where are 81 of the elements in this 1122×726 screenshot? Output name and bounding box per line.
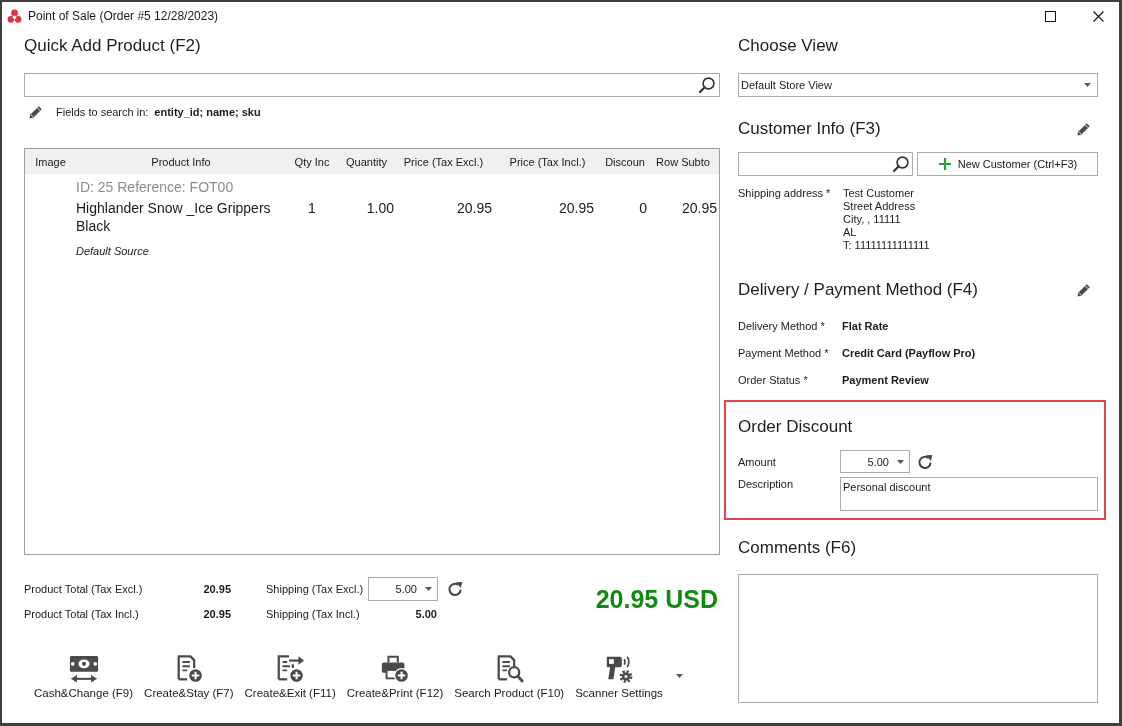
- column-header: Product Info: [151, 154, 211, 169]
- field-value: Credit Card (Payflow Pro): [842, 346, 976, 359]
- product-reference: ID: 25 Reference: FOT00: [76, 178, 234, 196]
- section-heading: Customer Info (F3): [738, 118, 881, 140]
- window-title: Point of Sale (Order #5 12/28/2023): [28, 8, 219, 24]
- total-value: 20.95: [203, 608, 231, 620]
- table-cell: 20.95: [456, 199, 492, 217]
- column-header: Image: [35, 154, 66, 169]
- refresh-icon[interactable]: [446, 580, 464, 598]
- pencil-icon[interactable]: [1076, 282, 1092, 298]
- maximize-icon[interactable]: [1045, 10, 1056, 22]
- search-field[interactable]: [24, 73, 720, 97]
- shipping-label: Shipping (Tax Incl.): [266, 608, 360, 620]
- address-line: City, , 11111: [843, 213, 901, 226]
- field-label: Amount: [738, 455, 776, 468]
- caret-icon[interactable]: [1084, 83, 1091, 87]
- amount-dropdown[interactable]: 5.00: [840, 450, 910, 473]
- grand-total: 20.95 USD: [595, 585, 718, 614]
- pencil-icon[interactable]: [28, 104, 44, 120]
- toolbar-button[interactable]: Cash&Change (F9): [30, 650, 138, 704]
- table-cell: 1.00: [366, 199, 394, 217]
- field-label: Order Status *: [738, 373, 808, 386]
- search-fields-label: Fields to search in:: [56, 106, 149, 118]
- toolbar-button[interactable]: Create&Exit (F11): [240, 650, 340, 704]
- column-header: Discoun: [605, 154, 645, 169]
- table-cell: 20.95: [558, 199, 594, 217]
- field-value: Payment Review: [842, 373, 929, 386]
- table-cell: 1: [308, 199, 316, 217]
- new-customer-button[interactable]: New Customer (Ctrl+F3): [917, 152, 1098, 176]
- caret-icon[interactable]: [425, 587, 432, 591]
- address-line: AL: [843, 226, 857, 239]
- section-heading: Choose View: [738, 35, 838, 57]
- column-header: Price (Tax Excl.): [403, 154, 484, 169]
- toolbar-button[interactable]: Scanner Settings: [571, 650, 667, 704]
- table-cell: 0: [639, 199, 647, 217]
- field-label: Delivery Method *: [738, 319, 825, 332]
- customer-search-field[interactable]: [738, 152, 913, 176]
- shipping-label: Shipping (Tax Excl.): [266, 583, 364, 595]
- field-label: Description: [738, 478, 794, 490]
- section-heading: Quick Add Product (F2): [24, 35, 201, 57]
- printer-plus-icon: [380, 654, 410, 684]
- refresh-icon[interactable]: [916, 452, 934, 471]
- shipping-value: 5.00: [415, 608, 437, 620]
- scanner-gear-icon: [604, 654, 634, 684]
- field-value: Flat Rate: [842, 319, 889, 332]
- section-heading: Comments (F6): [738, 537, 857, 559]
- shipping-dropdown[interactable]: 5.00: [368, 577, 438, 601]
- address-line: Test Customer: [843, 187, 914, 200]
- toolbar-button[interactable]: Create&Stay (F7): [140, 650, 238, 704]
- comments-field[interactable]: [738, 574, 1098, 703]
- close-icon[interactable]: [1093, 10, 1104, 22]
- description-field[interactable]: Personal discount: [840, 477, 1098, 511]
- toolbar-button[interactable]: Create&Print (F12): [342, 650, 448, 704]
- field-label: Shipping address *: [738, 187, 831, 200]
- column-header: Price (Tax Incl.): [509, 154, 586, 169]
- address-line: T: 11111111111111: [843, 239, 930, 252]
- product-name: Highlander Snow _Ice Grippers Black: [76, 199, 272, 235]
- total-label: Product Total (Tax Incl.): [24, 608, 139, 620]
- column-header: Quantity: [346, 154, 387, 169]
- app-logo-icon: [7, 8, 22, 24]
- total-label: Product Total (Tax Excl.): [24, 583, 143, 595]
- column-header: Qty Inc: [294, 154, 330, 169]
- pencil-icon[interactable]: [1076, 121, 1092, 137]
- search-icon[interactable]: [892, 155, 910, 173]
- banknote-arrows-icon: [68, 654, 99, 684]
- address-line: Street Address: [843, 200, 916, 213]
- caret-icon[interactable]: [675, 674, 683, 678]
- view-dropdown[interactable]: Default Store View: [738, 73, 1098, 97]
- section-heading: Delivery / Payment Method (F4): [738, 279, 978, 301]
- search-icon[interactable]: [698, 76, 716, 94]
- toolbar-button[interactable]: Search Product (F10): [450, 650, 569, 704]
- table-cell: 20.95: [681, 199, 717, 217]
- column-header: Row Subto: [656, 154, 710, 169]
- product-source: Default Source: [76, 244, 149, 259]
- plus-icon: [937, 157, 952, 171]
- section-heading: Order Discount: [738, 416, 853, 438]
- total-value: 20.95: [203, 583, 231, 595]
- document-arrow-plus-icon: [275, 654, 306, 684]
- search-fields-value: entity_id; name; sku: [154, 106, 261, 118]
- caret-icon[interactable]: [897, 459, 904, 464]
- field-label: Payment Method *: [738, 346, 829, 359]
